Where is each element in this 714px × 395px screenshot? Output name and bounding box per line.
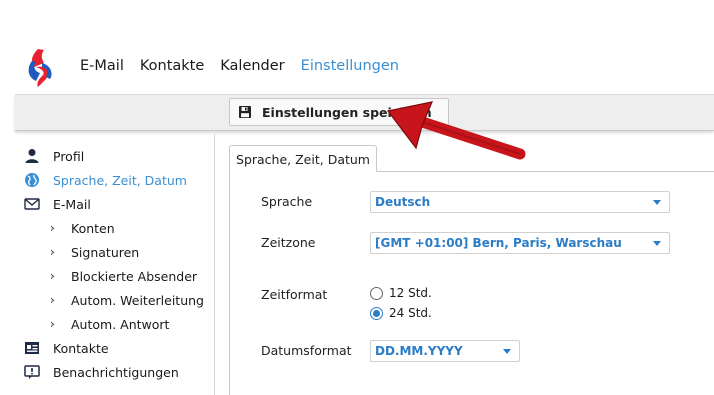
zeitzone-select[interactable]: [GMT +01:00] Bern, Paris, Warschau	[370, 232, 670, 254]
chevron-right-icon: ›	[50, 245, 55, 259]
caret-down-icon	[653, 241, 661, 246]
save-settings-label: Einstellungen speichern	[262, 104, 432, 120]
chevron-right-icon: ›	[50, 293, 55, 307]
main-nav: E-Mail Kontakte Kalender Einstellungen	[80, 58, 415, 74]
nav-kalender[interactable]: Kalender	[220, 58, 284, 74]
sidebar-item-benachrichtigungen[interactable]: Benachrichtigungen	[24, 361, 179, 383]
radio-label: 12 Std.	[389, 286, 432, 300]
sidebar-item-label: Autom. Weiterleitung	[71, 292, 204, 308]
caret-down-icon	[503, 349, 511, 354]
zeitformat-label: Zeitformat	[261, 287, 328, 302]
tab-sprache-zeit-datum[interactable]: Sprache, Zeit, Datum	[229, 145, 377, 172]
sidebar-item-label: Sprache, Zeit, Datum	[53, 172, 187, 188]
sidebar-item-label: Autom. Antwort	[71, 316, 170, 332]
notification-icon	[24, 365, 40, 379]
sidebar-item-profil[interactable]: Profil	[24, 145, 84, 167]
nav-email[interactable]: E-Mail	[80, 58, 124, 74]
chevron-right-icon: ›	[50, 221, 55, 235]
sprache-select[interactable]: Deutsch	[370, 191, 670, 213]
sprache-value: Deutsch	[375, 195, 431, 209]
sidebar-item-label: Signaturen	[71, 244, 140, 260]
contacts-icon	[25, 342, 39, 354]
sidebar-item-signaturen[interactable]: › Signaturen	[50, 241, 139, 263]
datumsformat-select[interactable]: DD.MM.YYYY	[370, 340, 520, 362]
radio-label: 24 Std.	[389, 306, 432, 320]
sidebar-item-email[interactable]: E-Mail	[24, 193, 91, 215]
sprache-label: Sprache	[261, 194, 313, 209]
caret-down-icon	[653, 200, 661, 205]
zeitformat-12-radio[interactable]: 12 Std.	[370, 286, 432, 300]
sidebar-item-label: Kontakte	[53, 340, 109, 356]
sidebar-item-label: Benachrichtigungen	[53, 364, 179, 380]
sidebar-item-sprache[interactable]: Sprache, Zeit, Datum	[24, 169, 187, 191]
chevron-right-icon: ›	[50, 269, 55, 283]
globe-icon	[25, 173, 39, 187]
radio-unchecked-icon	[370, 286, 383, 300]
chevron-right-icon: ›	[50, 317, 55, 331]
sidebar-item-autom-weiterleitung[interactable]: › Autom. Weiterleitung	[50, 289, 204, 311]
sidebar-item-label: E-Mail	[53, 196, 91, 212]
sidebar-item-label: Blockierte Absender	[71, 268, 198, 284]
sidebar-item-label: Profil	[53, 148, 85, 164]
sidebar-item-konten[interactable]: › Konten	[50, 217, 115, 239]
sidebar-item-autom-antwort[interactable]: › Autom. Antwort	[50, 313, 169, 335]
sidebar-item-blockierte-absender[interactable]: › Blockierte Absender	[50, 265, 197, 287]
nav-kontakte[interactable]: Kontakte	[140, 58, 204, 74]
zeitzone-label: Zeitzone	[261, 235, 316, 250]
zeitzone-value: [GMT +01:00] Bern, Paris, Warschau	[375, 236, 622, 250]
nav-einstellungen[interactable]: Einstellungen	[301, 58, 399, 74]
sidebar-divider	[214, 134, 215, 395]
user-icon	[25, 149, 39, 163]
radio-checked-icon	[370, 306, 383, 320]
zeitformat-24-radio[interactable]: 24 Std.	[370, 306, 432, 320]
envelope-icon	[24, 198, 40, 210]
save-settings-button[interactable]: Einstellungen speichern	[229, 98, 449, 126]
sidebar-item-kontakte[interactable]: Kontakte	[24, 337, 109, 359]
sidebar-item-label: Konten	[71, 220, 115, 236]
floppy-disk-icon	[239, 106, 251, 118]
datumsformat-label: Datumsformat	[261, 343, 352, 358]
app-logo[interactable]	[24, 47, 58, 89]
datumsformat-value: DD.MM.YYYY	[375, 344, 463, 358]
